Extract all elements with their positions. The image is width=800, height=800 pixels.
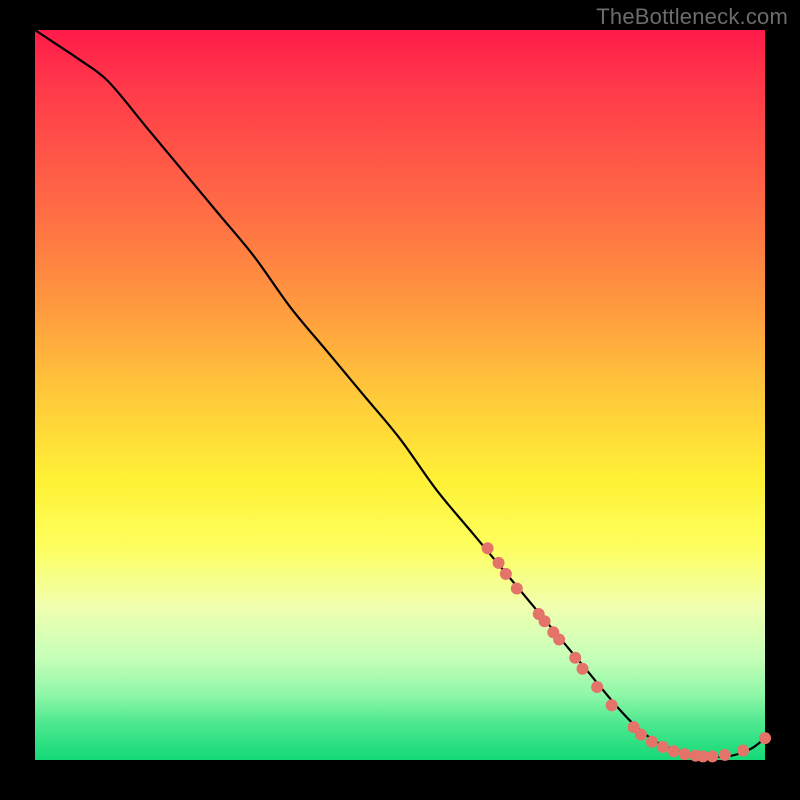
chart-frame: TheBottleneck.com [0, 0, 800, 800]
data-point [646, 736, 658, 748]
data-point [591, 681, 603, 693]
data-point [657, 741, 669, 753]
data-point [493, 557, 505, 569]
data-point [606, 699, 618, 711]
data-point [737, 745, 749, 757]
data-point [635, 728, 647, 740]
data-point [569, 652, 581, 664]
data-point [482, 542, 494, 554]
chart-svg [35, 30, 765, 760]
data-point [577, 663, 589, 675]
data-point [719, 749, 731, 761]
data-point [706, 750, 718, 762]
watermark-text: TheBottleneck.com [596, 4, 788, 30]
series-curve [35, 30, 765, 757]
data-point [500, 568, 512, 580]
plot-area [35, 30, 765, 760]
data-point [553, 634, 565, 646]
data-point [539, 615, 551, 627]
data-point [668, 745, 680, 757]
marker-group [482, 542, 771, 762]
data-point [511, 582, 523, 594]
data-point [679, 748, 691, 760]
data-point [759, 732, 771, 744]
